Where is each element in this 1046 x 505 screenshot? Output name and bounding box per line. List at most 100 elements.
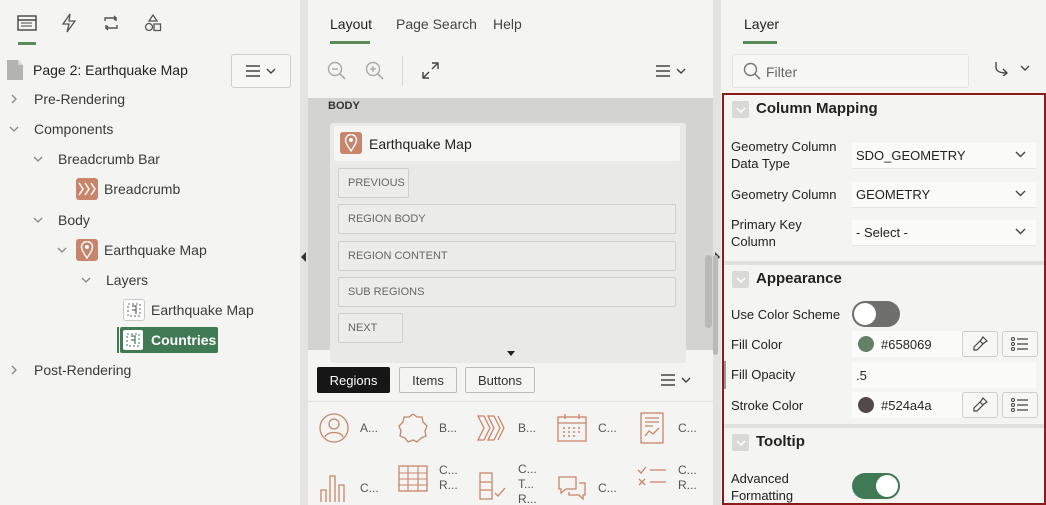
- page-title: Page 2: Earthquake Map: [33, 62, 188, 78]
- gallery-item-column-toggle-report[interactable]: C... T... R...: [476, 462, 537, 505]
- collapse-left-icon[interactable]: [301, 252, 306, 262]
- primary-key-label: Primary Key Column: [731, 217, 802, 249]
- gallery-item-alert[interactable]: A...: [318, 412, 378, 444]
- section-appearance[interactable]: Appearance: [724, 261, 1044, 291]
- active-tab-indicator: [743, 41, 777, 44]
- eyedropper-icon: [973, 336, 988, 351]
- region-header[interactable]: Earthquake Map: [334, 126, 680, 161]
- gallery-menu-button[interactable]: [653, 366, 699, 394]
- slot-next[interactable]: NEXT: [338, 313, 403, 343]
- geometry-type-label: Geometry Column Data Type: [731, 139, 837, 171]
- section-column-mapping[interactable]: Column Mapping: [724, 95, 1044, 121]
- geometry-column-select[interactable]: GEOMETRY: [852, 182, 1036, 208]
- advanced-formatting-toggle[interactable]: [852, 473, 900, 499]
- tab-layout[interactable]: Layout: [330, 16, 372, 32]
- hamburger-icon: [661, 374, 675, 386]
- table-icon: [398, 465, 428, 492]
- right-splitter[interactable]: [713, 0, 721, 505]
- go-to-group-button[interactable]: [993, 60, 1030, 76]
- collapse-toggle[interactable]: [732, 271, 749, 288]
- splitter-scrollbar[interactable]: [713, 255, 718, 355]
- layout-menu-button[interactable]: [648, 56, 694, 86]
- bar-chart-icon: [320, 475, 345, 502]
- gallery-tab-regions[interactable]: Regions: [317, 367, 390, 393]
- slot-sub-regions[interactable]: SUB REGIONS: [338, 277, 676, 307]
- tree-item-layers[interactable]: Layers: [0, 266, 300, 294]
- tab-page-search[interactable]: Page Search: [396, 16, 477, 32]
- slot-previous[interactable]: PREVIOUS: [338, 168, 409, 198]
- breadcrumb-icon: [476, 415, 505, 441]
- dynamic-actions-tab[interactable]: [52, 1, 86, 45]
- fill-color-field[interactable]: #658069: [852, 331, 962, 357]
- gallery-item-classic-report[interactable]: C... R...: [397, 462, 458, 494]
- stroke-color-picker-button[interactable]: [962, 392, 998, 418]
- collapse-toggle[interactable]: [732, 101, 749, 118]
- gallery-item-card[interactable]: C...: [636, 412, 697, 444]
- shared-components-tab[interactable]: [136, 1, 170, 45]
- tab-help[interactable]: Help: [493, 16, 522, 32]
- zoom-in-icon[interactable]: [365, 61, 385, 81]
- gallery-item-label: A...: [360, 420, 379, 435]
- stroke-color-field[interactable]: #524a4a: [852, 392, 962, 418]
- expand-icon[interactable]: [422, 62, 439, 79]
- tree-label: Components: [34, 121, 114, 137]
- stroke-color-value: #524a4a: [881, 397, 932, 413]
- primary-key-select[interactable]: - Select -: [852, 220, 1036, 246]
- tree-label: Earthquake Map: [104, 242, 207, 258]
- tree-item-components[interactable]: Components: [0, 115, 300, 143]
- tree-item-body[interactable]: Body: [0, 206, 300, 234]
- slot-region-content[interactable]: REGION CONTENT: [338, 241, 676, 271]
- canvas-scrollbar[interactable]: [705, 255, 712, 328]
- map-pin-icon: [340, 132, 362, 154]
- tree-item-pre-rendering[interactable]: Pre-Rendering: [0, 85, 300, 113]
- tree-label: Pre-Rendering: [34, 91, 126, 107]
- processing-icon: [104, 15, 118, 31]
- layout-canvas[interactable]: BODY Earthquake Map PREVIOUS REGION BODY…: [308, 98, 713, 363]
- gallery-item-comments[interactable]: C...: [556, 472, 617, 504]
- rendering-tree-pane: Page 2: Earthquake Map Pre-Rendering Com…: [0, 0, 300, 505]
- geometry-type-select[interactable]: SDO_GEOMETRY: [852, 143, 1036, 169]
- tree-item-breadcrumb-bar[interactable]: Breadcrumb Bar: [0, 145, 300, 173]
- tree-label: Countries: [151, 332, 217, 348]
- tree-menu-button[interactable]: [231, 54, 291, 88]
- chevron-down-icon: [1015, 190, 1026, 197]
- section-tooltip[interactable]: Tooltip: [724, 424, 1044, 454]
- fill-color-list-button[interactable]: [1002, 331, 1038, 357]
- shapes-icon: [144, 13, 162, 32]
- gallery-item-content-row[interactable]: C... R...: [636, 462, 697, 494]
- fill-color-picker-button[interactable]: [962, 331, 998, 357]
- tab-layer[interactable]: Layer: [744, 16, 779, 32]
- layer-icon: [122, 329, 144, 351]
- tree-label: Breadcrumb: [104, 181, 181, 197]
- chevron-down-icon: [9, 126, 19, 132]
- tree-item-layer-earthquake-map[interactable]: Earthquake Map: [0, 296, 300, 324]
- left-splitter[interactable]: [300, 0, 308, 505]
- gallery-item-calendar[interactable]: C...: [556, 412, 617, 444]
- gallery-item-badge[interactable]: B...: [397, 412, 457, 444]
- use-color-scheme-toggle[interactable]: [852, 301, 900, 327]
- processing-tab[interactable]: [94, 1, 128, 45]
- tree-item-breadcrumb[interactable]: Breadcrumb: [0, 175, 300, 203]
- stroke-color-list-button[interactable]: [1002, 392, 1038, 418]
- stroke-color-swatch: [858, 397, 874, 413]
- filter-input[interactable]: Filter: [732, 54, 969, 88]
- fill-opacity-input[interactable]: .5: [852, 362, 1036, 388]
- fill-color-label: Fill Color: [731, 337, 783, 352]
- tree-item-earthquake-map-region[interactable]: Earthquake Map: [0, 236, 300, 264]
- gallery-tab-items[interactable]: Items: [399, 367, 457, 393]
- slot-region-body[interactable]: REGION BODY: [338, 204, 676, 234]
- left-pane-tabs: [0, 0, 300, 46]
- gallery-tab-buttons[interactable]: Buttons: [465, 367, 535, 393]
- gallery-item-breadcrumb[interactable]: B...: [476, 412, 536, 444]
- zoom-out-icon[interactable]: [327, 61, 347, 81]
- gallery-item-chart[interactable]: C...: [318, 472, 379, 504]
- go-to-group-icon: [995, 62, 1009, 76]
- tree-item-countries-selected[interactable]: Countries: [120, 327, 218, 353]
- collapse-toggle[interactable]: [732, 434, 749, 451]
- chevron-right-icon: [11, 94, 17, 104]
- chevron-right-icon: [11, 365, 17, 375]
- rendering-tab[interactable]: [10, 1, 44, 45]
- tree-item-post-rendering[interactable]: Post-Rendering: [0, 356, 300, 384]
- property-editor-pane: Layer Filter Column Mapping Geometry Col…: [721, 0, 1046, 505]
- canvas-splitter-arrow[interactable]: [507, 351, 515, 356]
